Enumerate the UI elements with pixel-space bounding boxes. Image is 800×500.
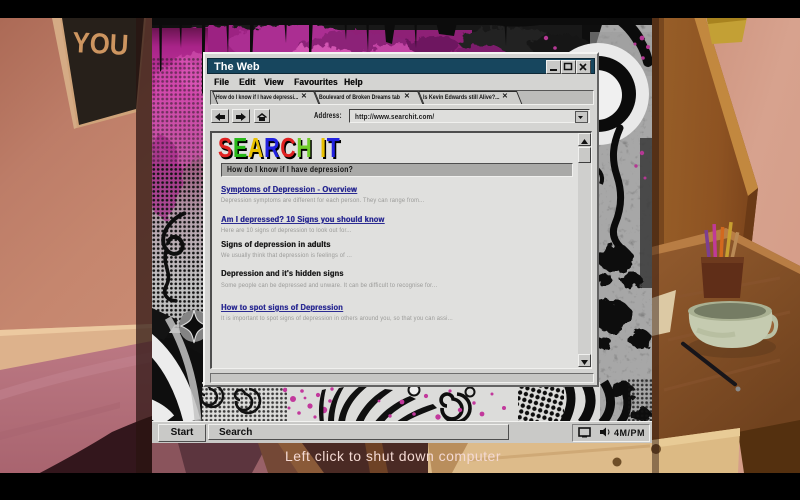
svg-text:YOU: YOU (72, 27, 130, 62)
